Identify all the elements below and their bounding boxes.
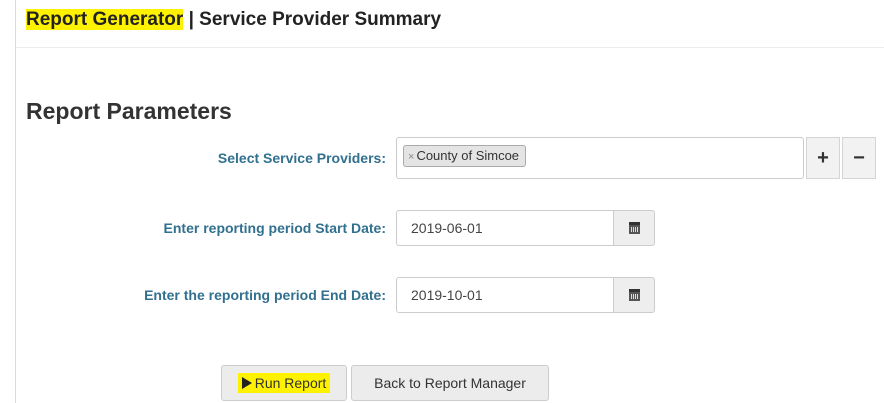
run-report-button[interactable]: Run Report (221, 365, 347, 401)
end-date-input[interactable]: 2019-10-01 (396, 277, 614, 313)
title-rest: | Service Provider Summary (183, 9, 442, 30)
add-provider-button[interactable]: + (806, 137, 840, 179)
remove-chip-icon[interactable]: × (408, 151, 414, 163)
section-title: Report Parameters (26, 98, 232, 124)
start-date-calendar-button[interactable] (613, 210, 655, 246)
report-panel: Report Generator | Service Provider Summ… (15, 0, 884, 403)
end-date-label: Enter the reporting period End Date: (144, 287, 386, 303)
start-date-input[interactable]: 2019-06-01 (396, 210, 614, 246)
calendar-icon (629, 289, 640, 301)
provider-chip: × County of Simcoe (403, 145, 527, 167)
page-title: Report Generator | Service Provider Summ… (26, 9, 441, 31)
calendar-icon (629, 222, 640, 234)
remove-provider-button[interactable]: − (842, 137, 876, 179)
run-report-highlight: Run Report (237, 373, 331, 393)
play-icon (241, 377, 252, 389)
end-date-calendar-button[interactable] (613, 277, 655, 313)
start-date-label: Enter reporting period Start Date: (163, 220, 386, 236)
back-to-report-manager-button[interactable]: Back to Report Manager (351, 365, 549, 401)
run-report-label: Run Report (254, 375, 327, 391)
providers-label: Select Service Providers: (217, 150, 386, 166)
provider-chip-label: County of Simcoe (416, 148, 520, 163)
title-highlight: Report Generator (26, 9, 184, 30)
page-header: Report Generator | Service Provider Summ… (16, 0, 884, 48)
providers-select[interactable]: × County of Simcoe (396, 137, 804, 179)
